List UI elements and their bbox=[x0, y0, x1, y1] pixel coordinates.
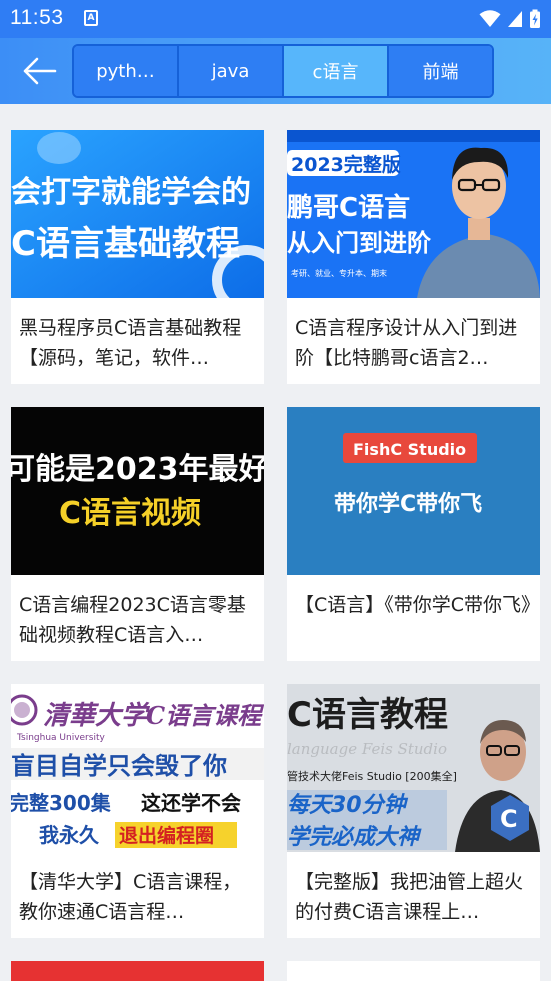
thumb-text: 学完必成大神 bbox=[287, 824, 422, 850]
video-card[interactable] bbox=[287, 961, 540, 981]
video-title: C语言编程2023C语言零基础视频教程C语言入… bbox=[19, 594, 246, 646]
thumb-text: 从入门到进阶 bbox=[287, 229, 431, 257]
video-thumbnail: 清華大学 C语言课程 Tsinghua University 盲目自学只会毁了你… bbox=[11, 684, 264, 852]
system-icons bbox=[479, 9, 541, 29]
thumb-text: C语言视频 bbox=[59, 496, 201, 531]
thumb-text: 这还学不会 bbox=[141, 791, 241, 815]
video-thumbnail: 会打字就能学会的 C语言基础教程 bbox=[11, 130, 264, 298]
signal-icon bbox=[508, 11, 522, 27]
video-title: 黑马程序员C语言基础教程【源码，笔记，软件… bbox=[19, 317, 242, 369]
thumb-text: FishC Studio bbox=[353, 440, 466, 459]
tab-c-language[interactable]: c语言 bbox=[284, 46, 389, 96]
thumb-text: C语言基础教程 bbox=[11, 224, 240, 264]
status-bar: 11:53 A bbox=[0, 0, 551, 38]
thumb-text: 考研、就业、专升本、期末 bbox=[291, 268, 387, 278]
thumb-text: Tsinghua University bbox=[16, 733, 105, 743]
video-card[interactable]: C语言教程 language Feis Studio 管技术大佬Feis Stu… bbox=[287, 684, 540, 938]
tab-frontend[interactable]: 前端 bbox=[389, 46, 492, 96]
thumb-text: 带你学C带你飞 bbox=[334, 491, 482, 517]
notification-icon: A bbox=[84, 10, 98, 26]
thumb-text: C bbox=[500, 805, 518, 833]
video-title: 【C语言】《带你学C带你飞》 bbox=[295, 594, 533, 616]
app-bar: pyth… java c语言 前端 bbox=[0, 38, 551, 104]
thumb-text: language Feis Studio bbox=[287, 740, 447, 758]
thumb-text: C语言课程 bbox=[146, 701, 264, 730]
status-time: 11:53 bbox=[10, 6, 64, 29]
thumb-text: 盲目自学只会毁了你 bbox=[11, 752, 227, 780]
thumb-text: 2023完整版 bbox=[291, 153, 401, 176]
wifi-icon bbox=[479, 10, 501, 27]
arrow-left-icon bbox=[23, 57, 57, 85]
video-card[interactable] bbox=[11, 961, 264, 981]
thumb-text: 每天30分钟 bbox=[287, 792, 409, 818]
video-thumbnail: FishC Studio 带你学C带你飞 bbox=[287, 407, 540, 575]
video-card[interactable]: 2023完整版 鹏哥C语言 从入门到进阶 考研、就业、专升本、期末 C语言程序设… bbox=[287, 130, 540, 384]
thumb-text: 会打字就能学会的 bbox=[11, 175, 251, 210]
video-title: C语言程序设计从入门到进阶【比特鹏哥c语言2… bbox=[295, 317, 518, 369]
back-button[interactable] bbox=[22, 55, 58, 87]
thumb-text: 退出编程圈 bbox=[119, 824, 214, 847]
thumb-text: 管技术大佬Feis Studio [200集全] bbox=[287, 769, 457, 783]
thumb-text: 可能是2023年最好 bbox=[11, 452, 264, 487]
video-grid: 会打字就能学会的 C语言基础教程 黑马程序员C语言基础教程【源码，笔记，软件… … bbox=[0, 104, 551, 981]
category-tabs: pyth… java c语言 前端 bbox=[72, 44, 494, 98]
tab-python[interactable]: pyth… bbox=[74, 46, 179, 96]
thumb-text: 我永久 bbox=[39, 823, 100, 847]
thumb-text: 完整300集 bbox=[11, 791, 112, 815]
thumb-text: C语言教程 bbox=[287, 695, 448, 735]
video-card[interactable]: FishC Studio 带你学C带你飞 【C语言】《带你学C带你飞》 bbox=[287, 407, 540, 661]
video-card[interactable]: 会打字就能学会的 C语言基础教程 黑马程序员C语言基础教程【源码，笔记，软件… bbox=[11, 130, 264, 384]
video-thumbnail: 2023完整版 鹏哥C语言 从入门到进阶 考研、就业、专升本、期末 bbox=[287, 130, 540, 298]
video-thumbnail: C语言教程 language Feis Studio 管技术大佬Feis Stu… bbox=[287, 684, 540, 852]
thumb-text: 鹏哥C语言 bbox=[287, 193, 410, 223]
thumb-text: 清華大学 bbox=[43, 701, 151, 731]
video-title: 【清华大学】C语言课程，教你速通C语言程… bbox=[19, 871, 242, 923]
video-title: 【完整版】我把油管上超火的付费C语言课程上… bbox=[295, 871, 524, 923]
tab-java[interactable]: java bbox=[179, 46, 284, 96]
video-thumbnail: 可能是2023年最好 C语言视频 bbox=[11, 407, 264, 575]
video-card[interactable]: 清華大学 C语言课程 Tsinghua University 盲目自学只会毁了你… bbox=[11, 684, 264, 938]
video-card[interactable]: 可能是2023年最好 C语言视频 C语言编程2023C语言零基础视频教程C语言入… bbox=[11, 407, 264, 661]
battery-icon bbox=[530, 9, 540, 28]
